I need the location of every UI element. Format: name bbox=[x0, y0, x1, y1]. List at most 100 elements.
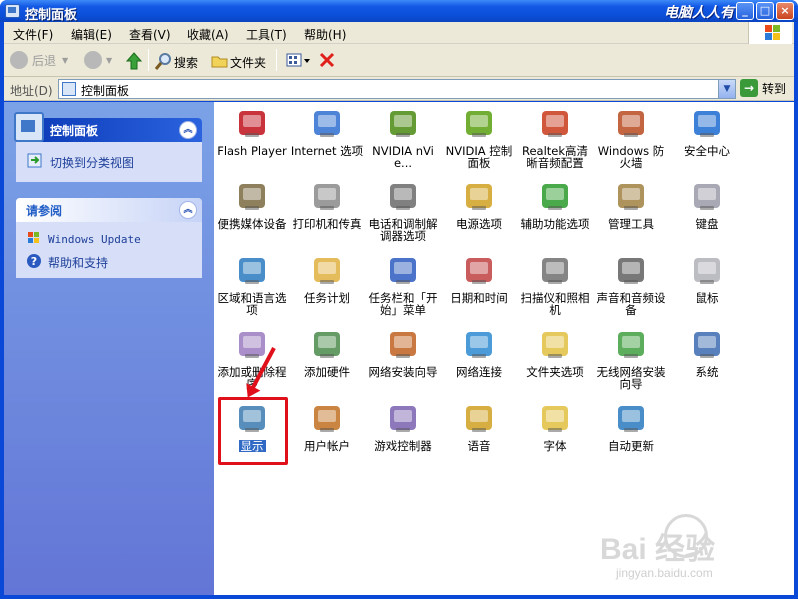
up-button[interactable] bbox=[124, 51, 144, 74]
control-panel-item-label: 网络安装向导 bbox=[368, 365, 438, 379]
printer-icon bbox=[310, 180, 344, 214]
svg-text:?: ? bbox=[31, 255, 37, 268]
network-setup-icon bbox=[386, 328, 420, 362]
control-panel-item[interactable]: 便携媒体设备 bbox=[215, 180, 289, 230]
control-panel-item[interactable]: 安全中心 bbox=[670, 107, 744, 157]
control-panel-item-label: 声音和音频设备 bbox=[596, 291, 666, 317]
control-panel-item[interactable]: 任务栏和「开始」菜单 bbox=[366, 254, 440, 316]
control-panel-item[interactable]: Flash Player bbox=[215, 107, 289, 157]
see-also-header[interactable]: 请参阅 ︽ bbox=[16, 198, 202, 222]
control-panel-item[interactable]: 语音 bbox=[442, 402, 516, 452]
flash-icon bbox=[235, 107, 269, 141]
phone-modem-icon bbox=[386, 180, 420, 214]
control-panel-item-label: 管理工具 bbox=[608, 217, 654, 231]
forward-button[interactable]: ▼ bbox=[84, 51, 112, 69]
control-panel-box: 控制面板 ︽ 切换到分类视图 bbox=[14, 112, 202, 182]
control-panel-item[interactable]: 添加硬件 bbox=[290, 328, 364, 378]
control-panel-item[interactable]: Internet 选项 bbox=[290, 107, 364, 157]
task-pane: 控制面板 ︽ 切换到分类视图 请参阅 ︽ Windows Update ? 帮助… bbox=[4, 102, 214, 595]
control-panel-icon bbox=[5, 4, 20, 18]
menu-file[interactable]: 文件(F) bbox=[13, 26, 53, 43]
views-button[interactable] bbox=[286, 51, 312, 72]
menu-tools[interactable]: 工具(T) bbox=[246, 26, 287, 43]
control-panel-item[interactable]: 系统 bbox=[670, 328, 744, 378]
control-panel-item-label: Internet 选项 bbox=[290, 144, 364, 158]
control-panel-item[interactable]: 区域和语言选项 bbox=[215, 254, 289, 316]
control-panel-window: 控制面板 电脑人人有 _ □ × 文件(F) 编辑(E) 查看(V) 收藏(A)… bbox=[0, 0, 798, 599]
title-bar[interactable]: 控制面板 电脑人人有 _ □ × bbox=[0, 0, 798, 23]
switch-category-view-link[interactable]: 切换到分类视图 bbox=[16, 148, 202, 177]
sound-icon bbox=[614, 254, 648, 288]
collapse-chevron-icon[interactable]: ︽ bbox=[179, 121, 197, 139]
control-panel-item[interactable]: 电源选项 bbox=[442, 180, 516, 230]
control-panel-item[interactable]: 无线网络安装向导 bbox=[594, 328, 668, 390]
baidu-watermark-logo: Bai 经验 bbox=[600, 533, 716, 566]
control-panel-item[interactable]: 辅助功能选项 bbox=[518, 180, 592, 230]
folder-icon bbox=[210, 51, 230, 74]
windows-update-link[interactable]: Windows Update bbox=[16, 228, 202, 251]
control-panel-item[interactable]: 扫描仪和照相机 bbox=[518, 254, 592, 316]
control-panel-item[interactable]: NVIDIA 控制面板 bbox=[442, 107, 516, 169]
forward-arrow-icon bbox=[84, 51, 102, 69]
icon-view: Flash Player Internet 选项 NVIDIA nVie... NVI… bbox=[214, 102, 794, 595]
address-label: 地址(D) bbox=[10, 84, 53, 98]
close-button[interactable]: × bbox=[776, 2, 794, 20]
control-panel-item[interactable]: Realtek高清晰音频配置 bbox=[518, 107, 592, 169]
help-icon: ? bbox=[26, 253, 42, 272]
control-panel-item[interactable]: 日期和时间 bbox=[442, 254, 516, 304]
control-panel-item[interactable]: 文件夹选项 bbox=[518, 328, 592, 378]
firewall-icon bbox=[614, 107, 648, 141]
help-support-link[interactable]: ? 帮助和支持 bbox=[16, 251, 202, 276]
address-dropdown-button[interactable]: ▼ bbox=[718, 80, 735, 98]
menu-favorites[interactable]: 收藏(A) bbox=[187, 26, 229, 43]
control-panel-item[interactable]: 添加或删除程序 bbox=[215, 328, 289, 390]
menu-edit[interactable]: 编辑(E) bbox=[71, 26, 112, 43]
delete-button[interactable] bbox=[318, 51, 336, 72]
control-panel-item-label: 任务栏和「开始」菜单 bbox=[368, 291, 438, 317]
security-center-icon bbox=[690, 107, 724, 141]
add-remove-icon bbox=[235, 328, 269, 362]
control-panel-item[interactable]: 字体 bbox=[518, 402, 592, 452]
control-panel-item-label: 无线网络安装向导 bbox=[596, 365, 666, 391]
scheduled-tasks-icon bbox=[310, 254, 344, 288]
back-button[interactable]: 后退 ▼ bbox=[10, 51, 68, 69]
control-panel-item[interactable]: 鼠标 bbox=[670, 254, 744, 304]
menu-bar: 文件(F) 编辑(E) 查看(V) 收藏(A) 工具(T) 帮助(H) bbox=[4, 22, 794, 44]
control-panel-large-icon bbox=[14, 112, 44, 142]
date-time-icon bbox=[462, 254, 496, 288]
control-panel-item[interactable]: 电话和调制解调器选项 bbox=[366, 180, 440, 242]
realtek-audio-icon bbox=[538, 107, 572, 141]
folders-label: 文件夹 bbox=[230, 56, 267, 70]
control-panel-item[interactable]: 游戏控制器 bbox=[366, 402, 440, 452]
control-panel-item[interactable]: Windows 防火墙 bbox=[594, 107, 668, 169]
go-button[interactable]: → 转到 bbox=[740, 79, 786, 97]
minimize-button[interactable]: _ bbox=[736, 2, 754, 20]
address-input[interactable]: 控制面板 ▼ bbox=[58, 79, 736, 99]
control-panel-item[interactable]: 用户帐户 bbox=[290, 402, 364, 452]
mouse-icon bbox=[690, 254, 724, 288]
control-panel-item-label: 辅助功能选项 bbox=[520, 217, 590, 231]
control-panel-item[interactable]: 任务计划 bbox=[290, 254, 364, 304]
control-panel-item[interactable]: NVIDIA nVie... bbox=[366, 107, 440, 169]
highlight-box bbox=[218, 397, 288, 465]
control-panel-item[interactable]: 网络连接 bbox=[442, 328, 516, 378]
folders-button[interactable]: 文件夹 bbox=[210, 51, 266, 74]
control-panel-item[interactable]: 网络安装向导 bbox=[366, 328, 440, 378]
control-panel-item[interactable]: 声音和音频设备 bbox=[594, 254, 668, 316]
menu-help[interactable]: 帮助(H) bbox=[304, 26, 346, 43]
control-panel-item[interactable]: 管理工具 bbox=[594, 180, 668, 230]
control-panel-box-title: 控制面板 bbox=[50, 123, 99, 138]
address-value: 控制面板 bbox=[81, 84, 130, 98]
control-panel-item[interactable]: 自动更新 bbox=[594, 402, 668, 452]
search-button[interactable]: 搜索 bbox=[154, 51, 198, 74]
control-panel-item[interactable]: 键盘 bbox=[670, 180, 744, 230]
collapse-chevron-icon[interactable]: ︽ bbox=[179, 201, 197, 219]
control-panel-item[interactable]: 打印机和传真 bbox=[290, 180, 364, 230]
control-panel-item-label: 安全中心 bbox=[684, 144, 730, 158]
system-icon bbox=[690, 328, 724, 362]
control-panel-item-label: 日期和时间 bbox=[450, 291, 508, 305]
control-panel-item-label: 游戏控制器 bbox=[374, 439, 432, 453]
maximize-button[interactable]: □ bbox=[756, 2, 774, 20]
window-title: 控制面板 bbox=[25, 8, 78, 23]
menu-view[interactable]: 查看(V) bbox=[129, 26, 171, 43]
